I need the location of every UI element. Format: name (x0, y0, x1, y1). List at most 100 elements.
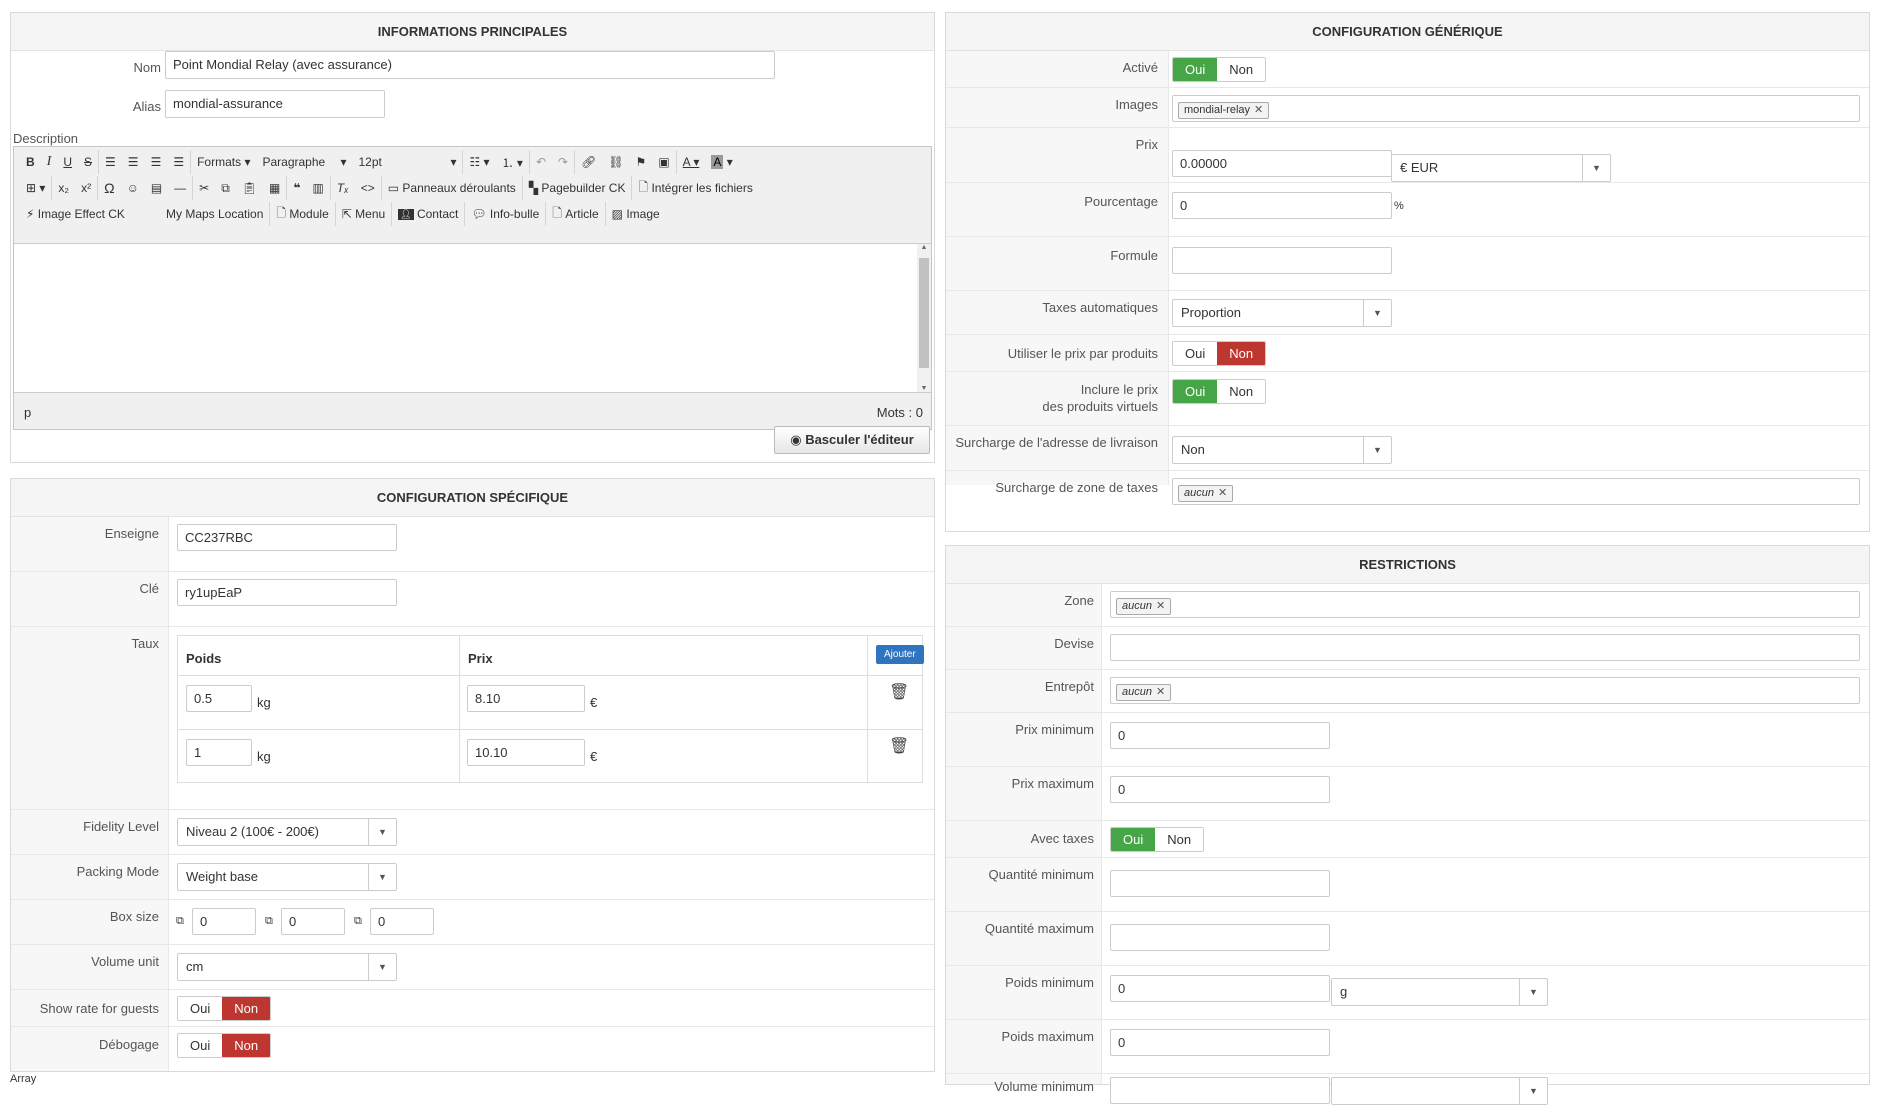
remove-tag-icon[interactable]: ✕ (1156, 686, 1165, 698)
product-price-non[interactable]: Non (1217, 342, 1266, 365)
emoticon-icon[interactable]: ☺ (121, 176, 145, 200)
underline-icon[interactable]: U (57, 150, 78, 174)
paste-icon[interactable]: 📋︎ (236, 176, 263, 200)
editor-content-area[interactable]: ▲ ▼ (14, 243, 931, 393)
blockquote-icon[interactable]: ❝ (286, 176, 306, 200)
formats-dropdown[interactable]: Formats ▾ (190, 150, 256, 174)
scroll-up-arrow[interactable]: ▲ (917, 244, 931, 251)
remove-tag-icon[interactable]: ✕ (1218, 487, 1227, 499)
poids-max-input[interactable]: 0 (1110, 1029, 1330, 1056)
volume-unit-select[interactable]: cm ▼ (177, 953, 397, 981)
fontsize-dropdown[interactable]: 12pt ▾ (352, 150, 462, 174)
code-icon[interactable]: <> (355, 176, 381, 200)
remove-tag-icon[interactable]: ✕ (1156, 600, 1165, 612)
show-rate-non[interactable]: Non (222, 997, 271, 1020)
cle-input[interactable]: ry1upEaP (177, 579, 397, 606)
redo-icon[interactable]: ↷ (552, 150, 574, 174)
bold-icon[interactable]: B (20, 150, 41, 174)
prix-min-input[interactable]: 0 (1110, 722, 1330, 749)
unlink-icon[interactable]: ⛓ (602, 150, 629, 174)
image-insert-icon[interactable]: ▣ (652, 150, 675, 174)
images-field[interactable]: mondial-relay ✕ (1172, 95, 1860, 122)
cut-icon[interactable]: ✂ (192, 176, 215, 200)
module-button[interactable]: 🗋︎ Module (269, 202, 334, 226)
rate-prix-input[interactable]: 10.10 (467, 739, 585, 766)
background-color-icon[interactable]: A ▾ (705, 150, 738, 174)
italic-icon[interactable]: I (41, 150, 58, 174)
devise-field[interactable] (1110, 634, 1860, 661)
horizontal-rule-icon[interactable]: — (168, 176, 192, 200)
align-right-icon[interactable]: ☰ (145, 150, 168, 174)
rate-poids-input[interactable]: 1 (186, 739, 252, 766)
align-center-icon[interactable]: ☰ (122, 150, 145, 174)
bullet-list-icon[interactable]: ☷ ▾ (462, 150, 495, 174)
alias-input[interactable]: mondial-assurance (165, 90, 385, 118)
text-color-icon[interactable]: A ▾ (675, 150, 706, 174)
formule-input[interactable] (1172, 247, 1392, 274)
article-button[interactable]: 🗋︎ Article (545, 202, 604, 226)
editor-path[interactable]: p (24, 405, 31, 420)
qte-min-input[interactable] (1110, 870, 1330, 897)
maps-button[interactable]: My Maps Location (160, 202, 269, 226)
zone-field[interactable]: aucun ✕ (1110, 591, 1860, 618)
editor-scrollbar[interactable]: ▲ ▼ (917, 244, 931, 392)
align-left-icon[interactable]: ☰ (98, 150, 122, 174)
show-rate-oui[interactable]: Oui (178, 997, 223, 1020)
table-icon[interactable]: ⊞ ▾ (20, 176, 51, 200)
avec-taxes-oui[interactable]: Oui (1111, 828, 1156, 851)
rate-prix-input[interactable]: 8.10 (467, 685, 585, 712)
add-rate-button[interactable]: Ajouter (876, 645, 924, 664)
contact-button[interactable]: 👤︎ Contact (391, 202, 464, 226)
avec-taxes-non[interactable]: Non (1155, 828, 1204, 851)
debug-oui[interactable]: Oui (178, 1034, 223, 1057)
prix-input[interactable]: 0.00000 (1172, 150, 1392, 177)
fidelity-select[interactable]: Niveau 2 (100€ - 200€) ▼ (177, 818, 397, 846)
rate-poids-input[interactable]: 0.5 (186, 685, 252, 712)
subscript-icon[interactable]: x₂ (51, 176, 75, 200)
template-icon[interactable]: ▥ (306, 176, 329, 200)
undo-icon[interactable]: ↶ (528, 150, 552, 174)
poids-min-input[interactable]: 0 (1110, 975, 1330, 1002)
nom-input[interactable]: Point Mondial Relay (avec assurance) (165, 51, 775, 79)
box-width-input[interactable]: 0 (192, 908, 256, 935)
currency-select[interactable]: € EUR ▼ (1391, 154, 1611, 182)
scrollbar-thumb[interactable] (919, 258, 929, 368)
active-oui[interactable]: Oui (1173, 58, 1218, 81)
volume-min-input[interactable] (1110, 1077, 1330, 1104)
integrate-files-button[interactable]: 🗋︎ Intégrer les fichiers (631, 176, 758, 200)
image-effect-button[interactable]: ⚡ Image Effect CK (20, 202, 160, 226)
enseigne-input[interactable]: CC237RBC (177, 524, 397, 551)
copy-icon[interactable]: ⧉ (215, 176, 236, 200)
remove-tag-icon[interactable]: ✕ (1254, 104, 1263, 116)
trash-icon[interactable]: 🗑︎ (889, 682, 909, 702)
volume-unit-restriction-select[interactable]: ▼ (1331, 1077, 1548, 1105)
numbered-list-icon[interactable]: ⒈ ▾ (496, 150, 529, 174)
box-height-input[interactable]: 0 (281, 908, 345, 935)
debug-non[interactable]: Non (222, 1034, 271, 1057)
trash-icon[interactable]: 🗑︎ (889, 736, 909, 756)
bookmark-icon[interactable]: ⚑ (630, 150, 653, 174)
paragraph-dropdown[interactable]: Paragraphe ▾ (256, 150, 352, 174)
panels-button[interactable]: ▭ Panneaux déroulants (380, 176, 522, 200)
pourcentage-input[interactable]: 0 (1172, 192, 1392, 219)
strikethrough-icon[interactable]: S (78, 150, 98, 174)
include-virtual-non[interactable]: Non (1217, 380, 1266, 403)
include-virtual-oui[interactable]: Oui (1173, 380, 1218, 403)
image-button[interactable]: ▨ Image (604, 202, 666, 226)
qte-max-input[interactable] (1110, 924, 1330, 951)
special-char-icon[interactable]: Ω (97, 176, 120, 200)
scroll-down-arrow[interactable]: ▼ (917, 385, 931, 392)
media-icon[interactable]: ▤ (145, 176, 168, 200)
box-depth-input[interactable]: 0 (370, 908, 434, 935)
entrepot-field[interactable]: aucun ✕ (1110, 677, 1860, 704)
superscript-icon[interactable]: x² (75, 176, 97, 200)
active-non[interactable]: Non (1217, 58, 1266, 81)
pagebuilder-button[interactable]: ▚ Pagebuilder CK (521, 176, 632, 200)
poids-unit-select[interactable]: g ▼ (1331, 978, 1548, 1006)
taxes-select[interactable]: Proportion ▼ (1172, 299, 1392, 327)
prix-max-input[interactable]: 0 (1110, 776, 1330, 803)
packing-select[interactable]: Weight base ▼ (177, 863, 397, 891)
product-price-oui[interactable]: Oui (1173, 342, 1218, 365)
override-address-select[interactable]: Non ▼ (1172, 436, 1392, 464)
toggle-editor-button[interactable]: ◉ Basculer l'éditeur (774, 426, 930, 454)
